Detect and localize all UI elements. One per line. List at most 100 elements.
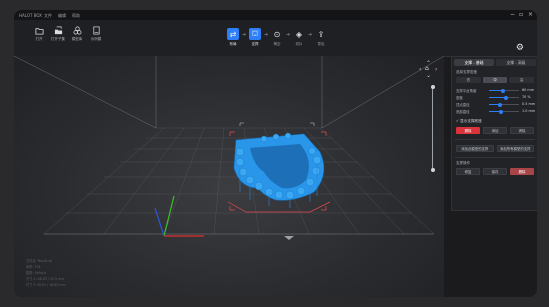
- step-arrow-icon: ➔: [264, 32, 269, 38]
- step-layout-label: 布局: [229, 42, 237, 46]
- maximize-button[interactable]: ▫: [519, 11, 523, 18]
- divider: [455, 157, 535, 158]
- slider-row: 密度 70 %: [456, 95, 536, 100]
- info-volume: 体积: 194: [26, 265, 41, 269]
- step-export-label: 导出: [317, 42, 325, 46]
- step-slice-label: 切片: [295, 42, 303, 46]
- density-high[interactable]: 高: [509, 77, 535, 83]
- open-set-label: 打开子集: [51, 37, 65, 41]
- support-icon: ⛫: [249, 28, 261, 40]
- zoom-slider[interactable]: [430, 85, 435, 172]
- checkmark-icon: ✓: [456, 119, 460, 123]
- divider: [455, 139, 535, 140]
- open-label: 打开: [35, 37, 43, 41]
- layout-icon: ⇄: [227, 28, 239, 40]
- main-toolbar: 打开 打开子集 模型库 示例模 ⇄ 布局 ➔ ⛫ 支撑 ➔ ⊙ 掏空 ➔ ◈ 切…: [14, 20, 537, 57]
- auto-support-checkbox[interactable]: ✓ 显示支撑底座: [456, 119, 482, 124]
- app-title: HALOT BOX: [19, 13, 42, 18]
- step-hollow[interactable]: ⊙ 掏空: [270, 28, 284, 47]
- info-file: 文件名: Mould.stl: [26, 259, 53, 263]
- zoom-slider-knob[interactable]: [430, 168, 435, 172]
- slider-knob[interactable]: [501, 88, 505, 93]
- support-action-buttons: 删除 添加 清除: [456, 127, 534, 134]
- auto-support-label: 显示支撑底座: [460, 119, 482, 123]
- slider-track[interactable]: [489, 109, 519, 114]
- delete-button[interactable]: 删除: [510, 168, 534, 175]
- menu-help[interactable]: 帮助: [72, 13, 80, 19]
- model-library-icon: [73, 26, 81, 35]
- 3d-viewport[interactable]: ⌃ ‹ ⌂ › ⌄: [14, 55, 445, 297]
- sample-model-button[interactable]: 示例模: [85, 26, 107, 42]
- slider-row: 顶点直径 0.5 mm: [456, 102, 536, 107]
- slider-label: 顶点直径: [456, 103, 470, 107]
- slider-row: 底部直径 1.0 mm: [456, 109, 536, 114]
- tab-support-advanced[interactable]: 支撑 - 高级: [496, 59, 536, 66]
- support-ops-label: 支撑操作: [456, 161, 470, 165]
- save-button[interactable]: 保存: [483, 168, 507, 175]
- slider-track[interactable]: [489, 88, 519, 93]
- gear-icon[interactable]: ⚙: [516, 43, 524, 53]
- step-arrow-icon: ➔: [286, 32, 291, 38]
- slider-label: 支撑平台角度: [456, 89, 477, 93]
- model-library-label: 模型库: [71, 37, 83, 41]
- support-ops-buttons: 修复 保存 删除: [456, 168, 534, 175]
- step-arrow-icon: ➔: [308, 32, 313, 38]
- menu-file[interactable]: 文件: [44, 13, 52, 19]
- repair-button[interactable]: 修复: [456, 168, 480, 175]
- slider-label: 密度: [456, 96, 463, 100]
- sample-model-icon: [92, 26, 100, 35]
- menu-edit[interactable]: 编辑: [58, 13, 66, 19]
- slider-label: 底部直径: [456, 110, 470, 114]
- view-down-icon[interactable]: ⌄: [426, 72, 431, 79]
- step-support[interactable]: ⛫ 支撑: [248, 28, 262, 47]
- step-export[interactable]: ⇪ 导出: [314, 28, 328, 47]
- info-model: 模型: Default: [26, 271, 47, 275]
- slider-knob[interactable]: [504, 95, 508, 100]
- plate-front-marker-icon: [284, 236, 294, 240]
- build-volume-outline: [14, 55, 445, 235]
- open-set-icon: [54, 26, 62, 35]
- add-all-support-button[interactable]: 添加所有模型的支撑: [496, 145, 534, 152]
- density-selector: 低 中 高: [456, 77, 535, 83]
- slider-knob[interactable]: [499, 109, 503, 114]
- add-support-button[interactable]: 添加: [483, 127, 507, 134]
- support-tabs: 支撑 - 基础 支撑 - 高级: [454, 59, 536, 66]
- folder-icon: [34, 28, 44, 35]
- title-bar: HALOT BOX 文件 编辑 帮助 − ▫ ×: [14, 10, 537, 20]
- export-icon: ⇪: [317, 29, 325, 39]
- sample-model-label: 示例模: [90, 37, 102, 41]
- step-support-label: 支撑: [251, 42, 259, 46]
- slice-icon: ◈: [295, 29, 303, 39]
- zoom-slider-top-knob[interactable]: [430, 85, 435, 89]
- minimize-button[interactable]: −: [510, 11, 515, 18]
- slider-value: 70 %: [522, 95, 531, 99]
- add-model-support-button[interactable]: 添加此模型的支撑: [456, 145, 494, 152]
- tab-support-basic[interactable]: 支撑 - 基础: [454, 59, 494, 66]
- slider-row: 支撑平台角度 60 mm: [456, 88, 536, 93]
- slider-track[interactable]: [489, 102, 519, 107]
- density-label: 选择支撑密度: [456, 70, 477, 74]
- density-low[interactable]: 低: [456, 77, 481, 83]
- app-window: HALOT BOX 文件 编辑 帮助 − ▫ × 打开 打开子集 模型库 示例模…: [14, 10, 537, 297]
- slider-knob[interactable]: [498, 102, 502, 107]
- density-medium[interactable]: 中: [482, 77, 508, 83]
- info-size-x: 尺寸 X: 48.83 / 43.9 mm: [26, 277, 65, 281]
- slider-value: 60 mm: [522, 88, 535, 92]
- slider-track[interactable]: [489, 95, 519, 100]
- close-button[interactable]: ×: [528, 11, 533, 18]
- home-view-icon[interactable]: ⌂: [425, 65, 429, 72]
- slider-value: 0.5 mm: [522, 102, 536, 106]
- generate-support-buttons: 添加此模型的支撑 添加所有模型的支撑: [456, 145, 534, 152]
- dental-model[interactable]: [233, 132, 325, 208]
- build-plate: [14, 55, 445, 237]
- delete-support-button[interactable]: 删除: [456, 127, 480, 134]
- support-panel: 支撑 - 基础 支撑 - 高级 选择支撑密度 低 中 高 支撑平台角度 60 m…: [451, 56, 537, 211]
- selection-bounds-white: [239, 122, 315, 126]
- step-arrow-icon: ➔: [242, 32, 247, 38]
- clear-support-button[interactable]: 清除: [510, 127, 534, 134]
- step-slice[interactable]: ◈ 切片: [292, 28, 306, 47]
- step-layout[interactable]: ⇄ 布局: [226, 28, 240, 47]
- step-hollow-label: 掏空: [273, 42, 281, 46]
- view-left-icon[interactable]: ‹: [419, 66, 421, 73]
- view-right-icon[interactable]: ›: [435, 66, 437, 73]
